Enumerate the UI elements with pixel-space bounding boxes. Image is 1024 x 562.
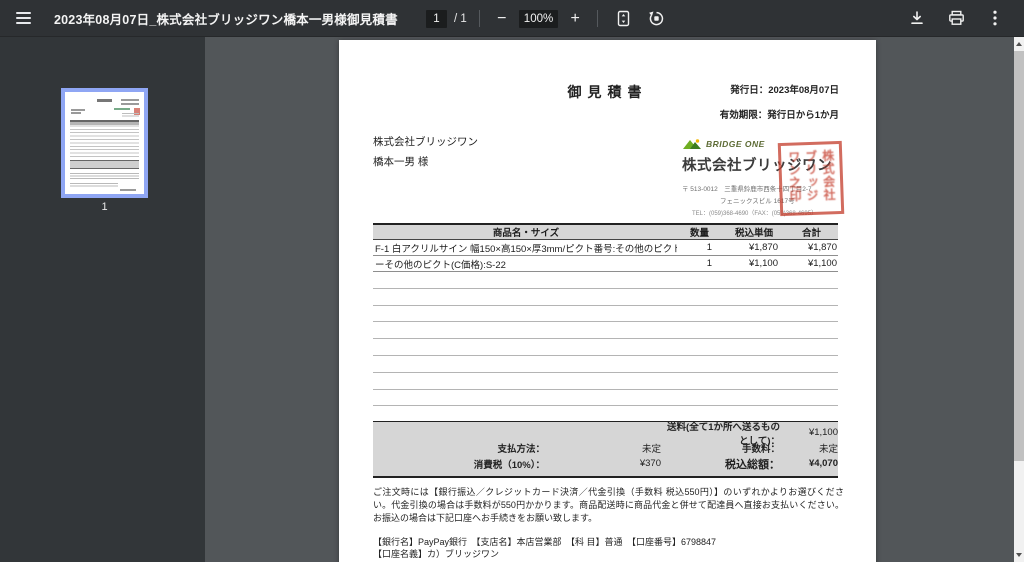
print-icon[interactable] — [943, 5, 969, 31]
summary-shipping-row: 送料(全て1か所へ送るものとして)： ¥1,100 — [373, 422, 838, 447]
payment-method-label: 支払方法： — [497, 444, 545, 456]
thumbnail-preview — [65, 92, 144, 194]
vendor-tel-fax: TEL：(059)368-4690（FAX：(059)368-4695） — [692, 211, 818, 217]
items-table: 商品名・サイズ 数量 税込単価 合計 F-1 白アクリルサイン 幅150×高15… — [373, 223, 838, 424]
pdf-page: 御見積書 発行日：2023年08月07日 有効期限：発行日から1か月 株式会社ブ… — [339, 40, 876, 562]
zoom-level-input[interactable]: 100% — [518, 9, 559, 28]
summary-payment-row: 支払方法： 未定 手数料： 未定 — [373, 441, 838, 457]
table-empty-row — [373, 390, 838, 407]
page-thumbnail[interactable] — [61, 88, 148, 198]
zoom-in-button[interactable]: + — [565, 6, 585, 32]
table-header-row: 商品名・サイズ 数量 税込単価 合計 — [373, 223, 838, 240]
thumbnail-page-number: 1 — [101, 201, 108, 213]
table-empty-row — [373, 322, 838, 340]
bank-account-info: 【銀行名】PayPay銀行 【支店名】本店営業部 【科 目】普通 【口座番号】6… — [373, 536, 844, 560]
viewer-canvas: 御見積書 発行日：2023年08月07日 有効期限：発行日から1か月 株式会社ブ… — [205, 37, 1014, 562]
page-zoom-controls: 1 / 1 − 100% + — [426, 0, 669, 37]
payment-notes: ご注文時には【銀行振込／クレジットカード決済／代金引換（手数料 税込550円）】… — [373, 487, 844, 523]
table-row: ーその他のピクト(C価格):S-22 1 ¥1,100 ¥1,100 — [373, 258, 838, 272]
fee-value: 未定 — [818, 444, 838, 456]
table-row: F-1 白アクリルサイン 幅150×高150×厚3mm/ピクト番号:その他のピク… — [373, 242, 838, 256]
bank-line: 【口座名義】カ）ブリッジワン — [373, 549, 500, 559]
download-icon[interactable] — [904, 5, 930, 31]
table-empty-row — [373, 289, 838, 306]
page-number-input[interactable]: 1 — [426, 9, 447, 28]
customer-company: 株式会社ブリッジワン — [373, 136, 478, 148]
table-empty-row — [373, 373, 838, 390]
table-empty-row — [373, 272, 838, 289]
table-empty-row — [373, 306, 838, 323]
document-title: 2023年08月07日_株式会社ブリッジワン橋本一男様御見積書 — [54, 12, 398, 27]
tax-value: ¥370 — [639, 458, 661, 470]
pdf-viewer-app: 2023年08月07日_株式会社ブリッジワン橋本一男様御見積書 1 / 1 − … — [0, 0, 1024, 562]
validity-period: 有効期限：発行日から1か月 — [719, 110, 839, 121]
vendor-company-name: 株式会社ブリッジワン — [682, 158, 832, 174]
vendor-address-line1: 〒 513-0012 三重県鈴鹿市西条十四丁目2-7 — [682, 186, 812, 193]
logo-mountain-icon — [683, 138, 701, 149]
scroll-down-button[interactable] — [1014, 548, 1024, 562]
col-header-unit-price: 税込単価 — [734, 228, 773, 239]
page-count-label: / 1 — [454, 12, 467, 25]
fee-label: 手数料： — [741, 444, 780, 456]
toolbar-divider — [478, 10, 480, 27]
pdf-toolbar: 2023年08月07日_株式会社ブリッジワン橋本一男様御見積書 1 / 1 − … — [0, 0, 1024, 37]
col-header-total: 合計 — [801, 228, 821, 239]
vendor-address-line2: フェニックスビル 1617号 — [720, 198, 795, 205]
customer-name: 橋本一男 様 — [373, 156, 429, 168]
table-empty-row — [373, 356, 838, 373]
thumbnail-sidebar: 1 — [0, 37, 205, 562]
menu-icon[interactable] — [10, 5, 36, 31]
scrollbar-thumb[interactable] — [1014, 51, 1024, 461]
scroll-up-button[interactable] — [1014, 37, 1024, 51]
toolbar-actions — [904, 5, 1008, 31]
fit-page-icon[interactable] — [610, 6, 636, 32]
vertical-scrollbar[interactable] — [1014, 37, 1024, 562]
payment-method-value: 未定 — [641, 444, 661, 456]
logo-text: BRIDGE ONE — [706, 139, 765, 149]
more-options-icon[interactable] — [982, 5, 1008, 31]
grand-total-label: 税込総額： — [725, 458, 780, 471]
summary-box: 送料(全て1か所へ送るものとして)： ¥1,100 支払方法： 未定 手数料： … — [373, 421, 838, 478]
col-header-qty: 数量 — [689, 228, 709, 239]
table-empty-row — [373, 339, 838, 356]
vendor-block: BRIDGE ONE 株式会社ブリッジワン 〒 513-0012 三重県鈴鹿市西… — [682, 137, 847, 217]
scroll-down-icon — [1016, 553, 1022, 557]
grand-total-value: ¥4,070 — [808, 458, 838, 470]
col-header-product: 商品名・サイズ — [492, 228, 560, 239]
tax-label: 消費税（10%）： — [473, 459, 545, 471]
scroll-up-icon — [1016, 42, 1022, 46]
bank-line: 【銀行名】PayPay銀行 【支店名】本店営業部 【科 目】普通 【口座番号】6… — [373, 537, 717, 547]
rotate-icon[interactable] — [643, 6, 669, 32]
vendor-logo: BRIDGE ONE — [682, 137, 847, 151]
shipping-value: ¥1,100 — [808, 427, 838, 439]
toolbar-divider — [597, 10, 599, 27]
issue-date: 発行日：2023年08月07日 — [730, 85, 839, 96]
summary-total-row: 消費税（10%）： ¥370 税込総額： ¥4,070 — [373, 456, 838, 472]
zoom-out-button[interactable]: − — [492, 6, 512, 32]
